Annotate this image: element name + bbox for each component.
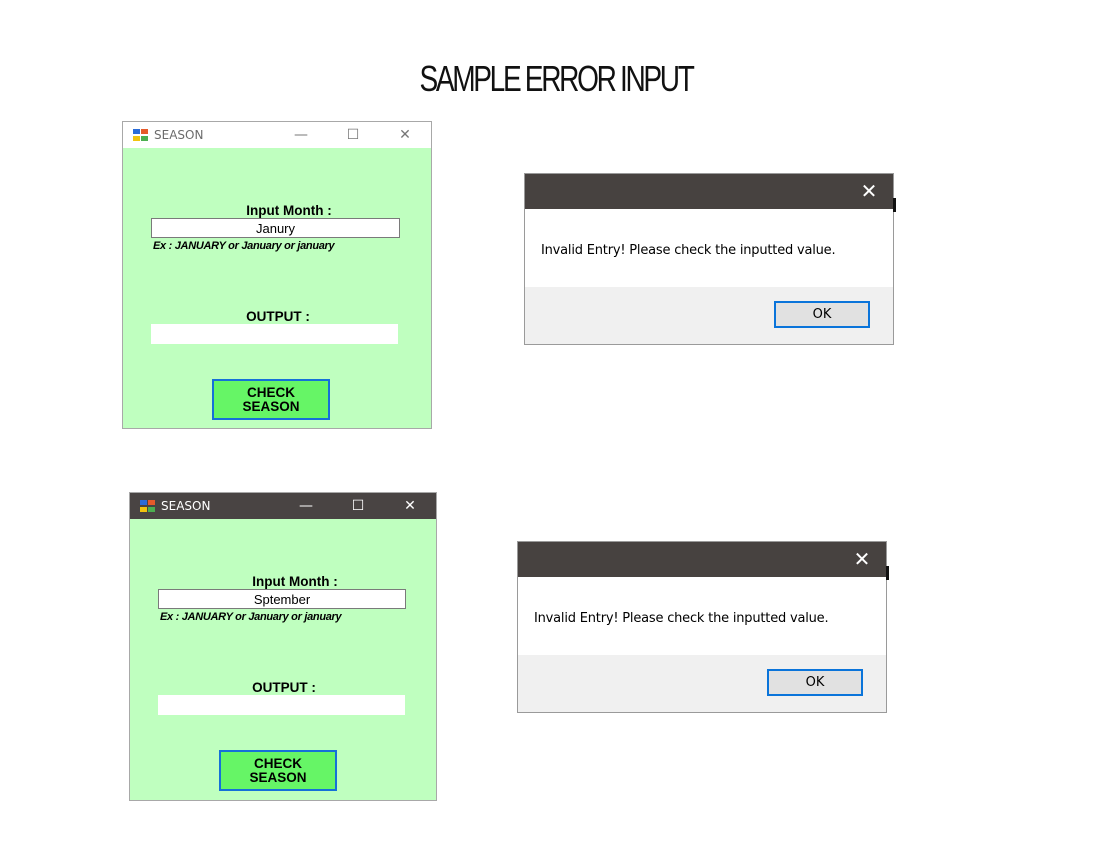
output-field (151, 324, 398, 344)
month-input[interactable] (158, 589, 406, 609)
check-season-button[interactable]: CHECK SEASON (212, 379, 330, 420)
window-titlebar[interactable]: SEASON — ☐ ✕ (123, 122, 431, 148)
output-label: OUTPUT : (252, 680, 316, 695)
window-title: SEASON (161, 499, 211, 513)
dialog-titlebar[interactable] (525, 174, 893, 209)
minimize-icon[interactable]: — (280, 493, 332, 519)
output-field (158, 695, 405, 715)
input-month-label: Input Month : (246, 203, 332, 218)
close-icon[interactable]: ✕ (379, 122, 431, 148)
background-window-edge (893, 198, 896, 212)
page-title: SAMPLE ERROR INPUT (419, 58, 694, 99)
windows-form-icon (133, 129, 148, 141)
input-month-label: Input Month : (252, 574, 338, 589)
error-dialog-2: ✕ Invalid Entry! Please check the inputt… (517, 541, 887, 713)
dialog-titlebar[interactable] (518, 542, 886, 577)
minimize-icon[interactable]: — (275, 122, 327, 148)
close-icon[interactable]: ✕ (384, 493, 436, 519)
check-season-button[interactable]: CHECK SEASON (219, 750, 337, 791)
close-icon[interactable]: ✕ (857, 179, 881, 203)
close-icon[interactable]: ✕ (850, 547, 874, 571)
season-window-1: SEASON — ☐ ✕ Input Month : Ex : JANUARY … (122, 121, 432, 429)
month-input[interactable] (151, 218, 400, 238)
maximize-icon[interactable]: ☐ (327, 122, 379, 148)
ok-button[interactable]: OK (767, 669, 863, 696)
error-message: Invalid Entry! Please check the inputted… (541, 243, 836, 258)
ok-button[interactable]: OK (774, 301, 870, 328)
output-label: OUTPUT : (246, 309, 310, 324)
season-window-2: SEASON — ☐ ✕ Input Month : Ex : JANUARY … (129, 492, 437, 801)
window-titlebar[interactable]: SEASON — ☐ ✕ (130, 493, 436, 519)
input-hint: Ex : JANUARY or January or january (153, 240, 335, 252)
error-message: Invalid Entry! Please check the inputted… (534, 611, 829, 626)
maximize-icon[interactable]: ☐ (332, 493, 384, 519)
error-dialog-1: ✕ Invalid Entry! Please check the inputt… (524, 173, 894, 345)
windows-form-icon (140, 500, 155, 512)
window-title: SEASON (154, 128, 204, 142)
background-window-edge (886, 566, 889, 580)
input-hint: Ex : JANUARY or January or january (160, 611, 342, 623)
